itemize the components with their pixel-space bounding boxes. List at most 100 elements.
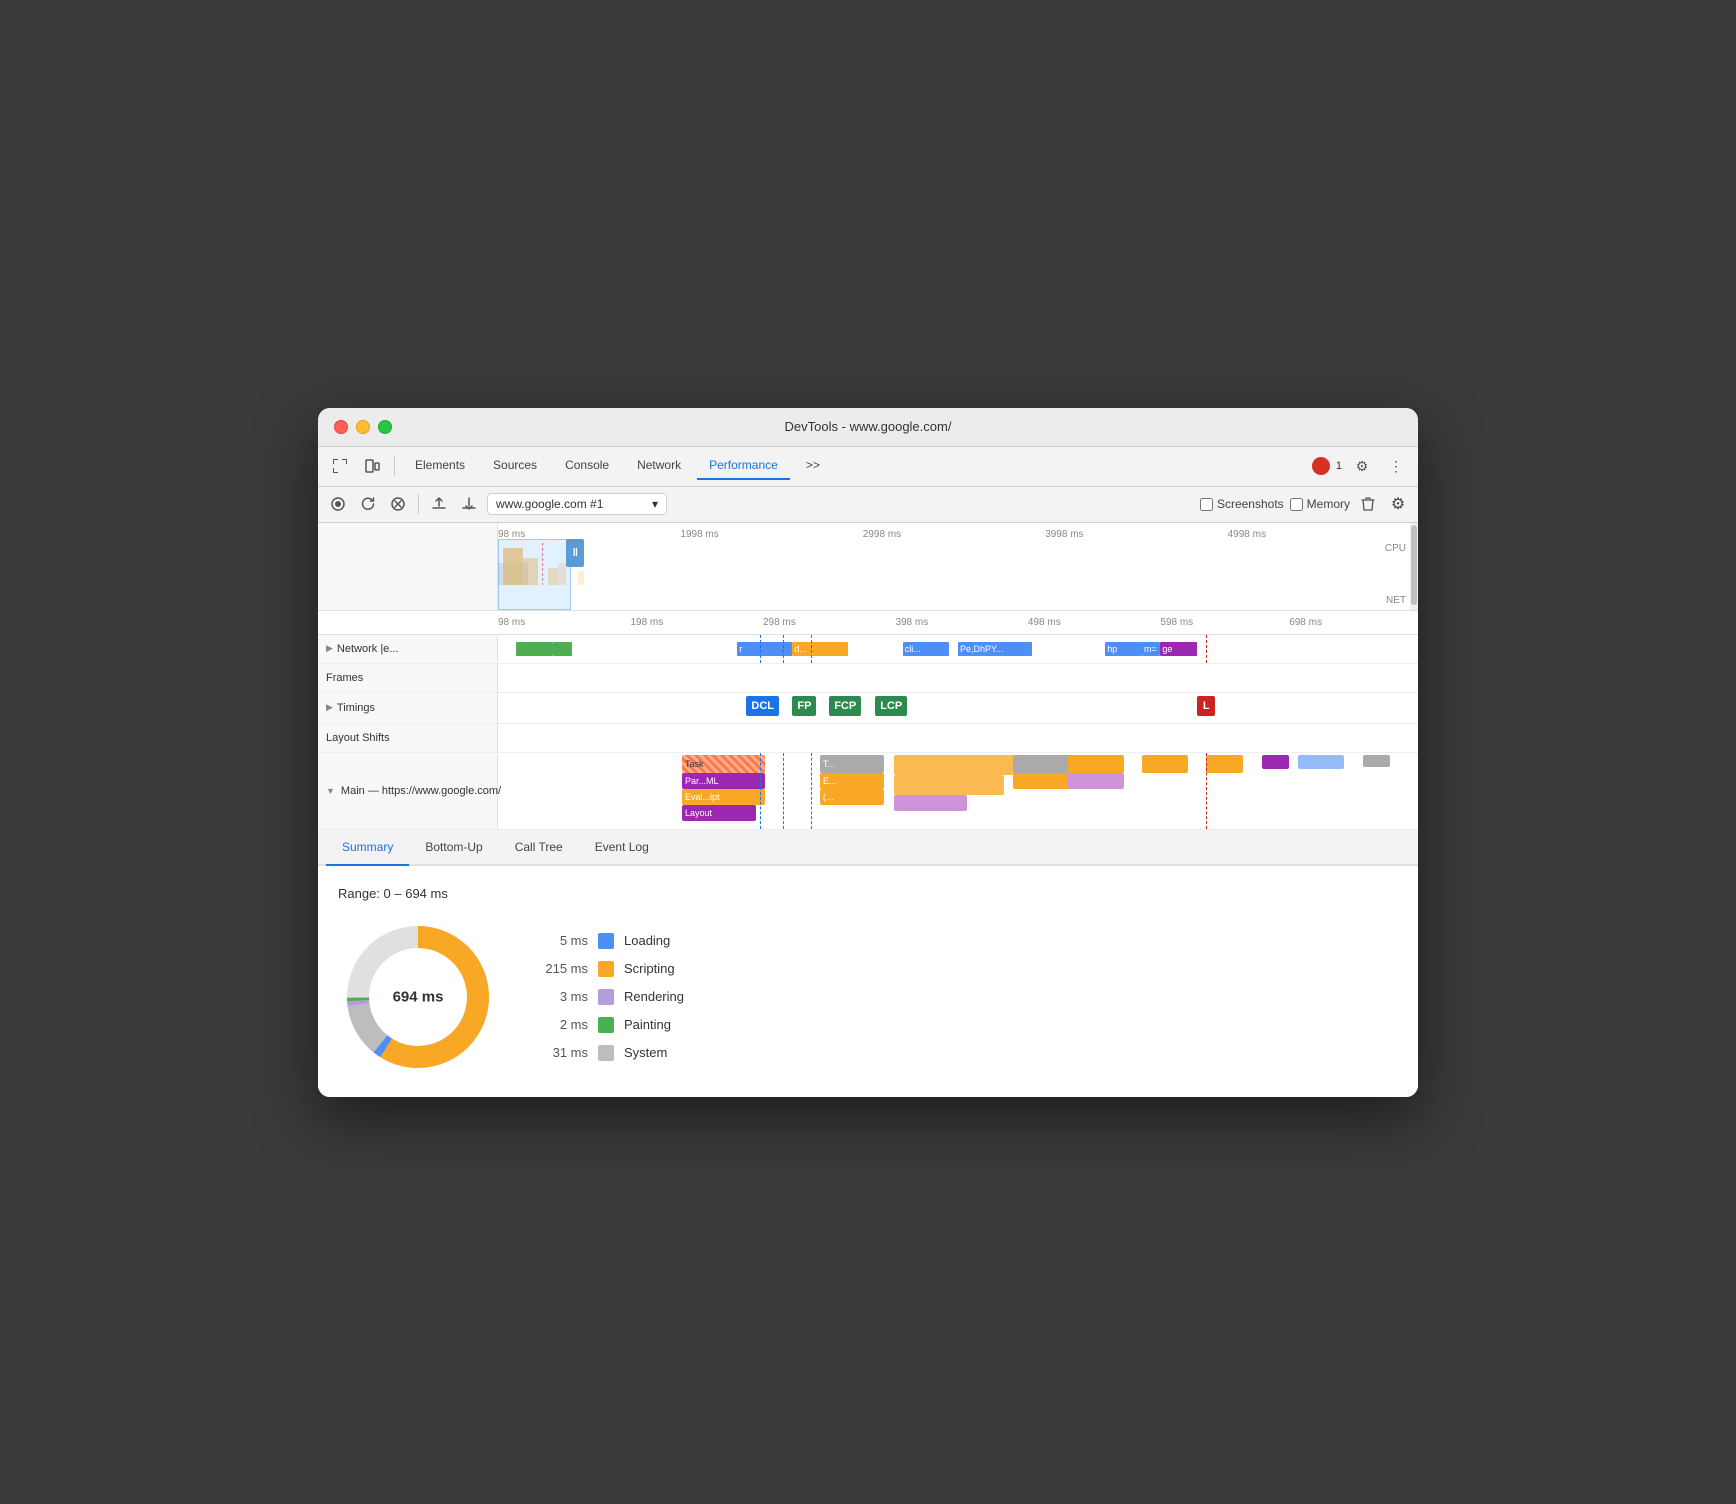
- t-block: T...: [820, 755, 884, 773]
- tick-0: 98 ms: [498, 617, 525, 628]
- minimize-button[interactable]: [356, 420, 370, 434]
- yellow-6: [1206, 755, 1243, 773]
- rendering-ms: 3 ms: [538, 989, 588, 1004]
- range-text: Range: 0 – 694 ms: [338, 886, 1398, 901]
- scripting-ms: 215 ms: [538, 961, 588, 976]
- net-item-cli: cli...: [903, 642, 949, 656]
- nav-divider-1: [394, 456, 395, 476]
- net-item-d: d...: [792, 642, 847, 656]
- maximize-button[interactable]: [378, 420, 392, 434]
- reload-button[interactable]: [356, 492, 380, 516]
- close-button[interactable]: [334, 420, 348, 434]
- device-toggle-button[interactable]: [358, 452, 386, 480]
- legend-rendering: 3 ms Rendering: [538, 989, 684, 1005]
- loading-color: [598, 933, 614, 949]
- summary-tabs-bar: Summary Bottom-Up Call Tree Event Log: [318, 830, 1418, 866]
- tab-call-tree[interactable]: Call Tree: [499, 830, 579, 866]
- blue-1: [1298, 755, 1344, 769]
- network-track: ▶ Network |e... r d... cli... Pe,DhPY...…: [318, 635, 1418, 664]
- network-label-text: Network |e...: [337, 643, 399, 655]
- main-content: Task Par...ML Eval...ipt Layout T... E..…: [498, 753, 1418, 829]
- devtools-window: DevTools - www.google.com/: [318, 408, 1418, 1097]
- fcp-badge: FCP: [829, 696, 861, 716]
- lcp-badge: LCP: [875, 696, 907, 716]
- net-item-hp: hp: [1105, 642, 1142, 656]
- fp-badge: FP: [792, 696, 816, 716]
- frames-label[interactable]: Frames: [318, 664, 498, 692]
- main-label[interactable]: ▼ Main — https://www.google.com/: [318, 753, 498, 829]
- tab-sources[interactable]: Sources: [481, 452, 549, 480]
- layout-shifts-content: [498, 724, 1418, 752]
- l-badge: L: [1197, 696, 1215, 716]
- ruler-ticks: 98 ms 198 ms 298 ms 398 ms 498 ms 598 ms…: [498, 611, 1418, 634]
- paren-block: (...: [820, 789, 884, 805]
- download-button[interactable]: [457, 492, 481, 516]
- perf-settings-button[interactable]: ⚙: [1386, 492, 1410, 516]
- more-options-button[interactable]: ⋮: [1382, 452, 1410, 480]
- record-button[interactable]: [326, 492, 350, 516]
- url-dropdown-icon: ▾: [652, 497, 658, 511]
- scrollbar-thumb[interactable]: [1411, 525, 1417, 605]
- tab-console[interactable]: Console: [553, 452, 621, 480]
- tab-performance[interactable]: Performance: [697, 452, 790, 480]
- layout-shifts-label[interactable]: Layout Shifts: [318, 724, 498, 752]
- network-label[interactable]: ▶ Network |e...: [318, 635, 498, 663]
- eval-block: Eval...ipt: [682, 789, 765, 805]
- tab-bottom-up[interactable]: Bottom-Up: [409, 830, 498, 866]
- painting-label: Painting: [624, 1017, 671, 1032]
- tab-event-log[interactable]: Event Log: [579, 830, 665, 866]
- rendering-color: [598, 989, 614, 1005]
- yellow-4: [1068, 755, 1123, 773]
- clear-button[interactable]: [386, 492, 410, 516]
- tracks-container: ▶ Network |e... r d... cli... Pe,DhPY...…: [318, 635, 1418, 830]
- legend-painting: 2 ms Painting: [538, 1017, 684, 1033]
- pause-marker: ‖: [566, 539, 584, 567]
- timeline-overview: 98 ms 1998 ms 2998 ms 3998 ms 4998 ms CP…: [318, 523, 1418, 611]
- screenshots-label: Screenshots: [1217, 497, 1284, 511]
- timings-label[interactable]: ▶ Timings: [318, 693, 498, 723]
- tab-network[interactable]: Network: [625, 452, 693, 480]
- tab-elements[interactable]: Elements: [403, 452, 477, 480]
- net-item-ge: ge: [1160, 642, 1197, 656]
- purple-2: [894, 795, 968, 811]
- legend-scripting: 215 ms Scripting: [538, 961, 684, 977]
- memory-checkbox[interactable]: [1290, 498, 1303, 511]
- loading-label: Loading: [624, 933, 670, 948]
- memory-checkbox-group: Memory: [1290, 497, 1350, 511]
- net-item-pe: Pe,DhPY...: [958, 642, 1032, 656]
- error-badge: [1312, 457, 1330, 475]
- memory-label: Memory: [1307, 497, 1350, 511]
- main-label-text: Main — https://www.google.com/: [341, 785, 501, 797]
- timings-content: DCL FP FCP LCP L: [498, 693, 1418, 723]
- settings-nav-button[interactable]: ⚙: [1348, 452, 1376, 480]
- system-color: [598, 1045, 614, 1061]
- summary-body: 694 ms 5 ms Loading 215 ms Scripting: [338, 917, 1398, 1077]
- scrollbar-track: [1410, 523, 1418, 610]
- tab-more[interactable]: >>: [794, 452, 832, 480]
- trash-button[interactable]: [1356, 492, 1380, 516]
- yellow-5: [1142, 755, 1188, 773]
- summary-content: Range: 0 – 694 ms: [318, 866, 1418, 1097]
- url-selector[interactable]: www.google.com #1 ▾: [487, 493, 667, 515]
- upload-button[interactable]: [427, 492, 451, 516]
- inspect-element-button[interactable]: [326, 452, 354, 480]
- performance-toolbar: www.google.com #1 ▾ Screenshots Memory ⚙: [318, 487, 1418, 523]
- legend-loading: 5 ms Loading: [538, 933, 684, 949]
- screenshots-checkbox[interactable]: [1200, 498, 1213, 511]
- frames-content: [498, 664, 1418, 692]
- system-ms: 31 ms: [538, 1045, 588, 1060]
- toolbar-divider-1: [418, 494, 419, 514]
- error-count: 1: [1336, 460, 1342, 472]
- timeline-ruler: 98 ms 198 ms 298 ms 398 ms 498 ms 598 ms…: [318, 611, 1418, 635]
- purple-4: [1262, 755, 1290, 769]
- title-bar: DevTools - www.google.com/: [318, 408, 1418, 447]
- task-block-1: Task: [682, 755, 765, 773]
- e-block: E...: [820, 773, 884, 789]
- main-track: ▼ Main — https://www.google.com/ Task Pa…: [318, 753, 1418, 830]
- nav-bar: Elements Sources Console Network Perform…: [318, 447, 1418, 487]
- tick-6: 698 ms: [1289, 617, 1322, 628]
- yellow-2: [894, 775, 1004, 795]
- scripting-color: [598, 961, 614, 977]
- donut-chart: 694 ms: [338, 917, 498, 1077]
- tab-summary[interactable]: Summary: [326, 830, 409, 866]
